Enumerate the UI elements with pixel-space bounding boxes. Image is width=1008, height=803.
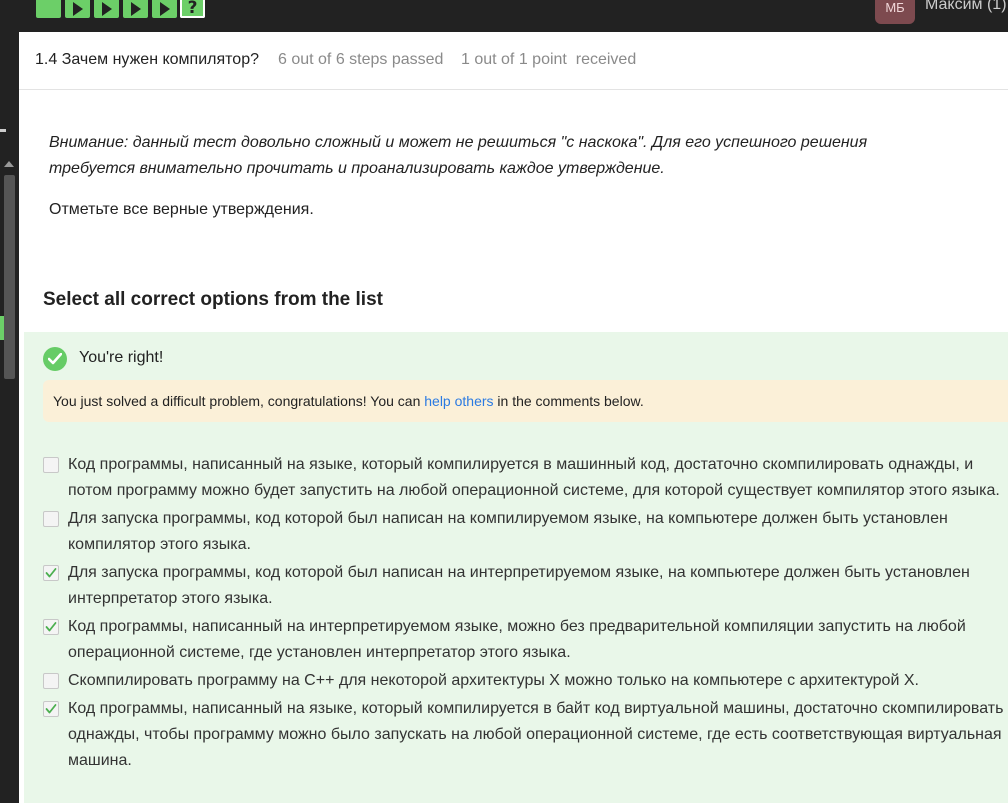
rail-handle-icon[interactable]: [0, 129, 6, 132]
help-others-link[interactable]: help others: [424, 393, 493, 409]
option-label[interactable]: Скомпилировать программу на C++ для неко…: [68, 672, 919, 689]
option-item[interactable]: Скомпилировать программу на C++ для неко…: [43, 668, 1008, 694]
checkbox-checked-icon[interactable]: [43, 701, 59, 717]
option-label[interactable]: Код программы, написанный на языке, кото…: [68, 456, 1000, 499]
checkbox[interactable]: [43, 457, 59, 473]
option-label[interactable]: Для запуска программы, код которой был н…: [68, 564, 970, 607]
hint-box: You just solved a difficult problem, con…: [43, 380, 1008, 422]
user-name[interactable]: Максим (1): [925, 0, 1007, 14]
checkbox[interactable]: [43, 511, 59, 527]
option-label[interactable]: Код программы, написанный на языке, кото…: [68, 700, 1003, 769]
step-3-play-icon[interactable]: [94, 0, 119, 18]
hint-text-end: in the comments below.: [493, 393, 644, 409]
warning-text: Внимание: данный тест довольно сложный и…: [49, 134, 868, 177]
current-step-marker: [0, 316, 4, 340]
steps-progress: 6 out of 6 steps passed: [278, 51, 444, 68]
hint-text-start: You just solved a difficult problem, con…: [53, 393, 425, 409]
avatar[interactable]: МБ: [875, 0, 915, 24]
checkbox-checked-icon[interactable]: [43, 565, 59, 581]
option-label[interactable]: Код программы, написанный на интерпретир…: [68, 618, 966, 661]
checkbox[interactable]: [43, 673, 59, 689]
sidebar-scrollbar[interactable]: [4, 175, 15, 379]
option-item[interactable]: Для запуска программы, код которой был н…: [43, 506, 1008, 558]
step-4-play-icon[interactable]: [123, 0, 148, 18]
step-2-play-icon[interactable]: [65, 0, 90, 18]
scroll-up-arrow-icon[interactable]: [4, 161, 14, 167]
step-6-question-icon[interactable]: ?: [180, 0, 205, 18]
option-item[interactable]: Код программы, написанный на интерпретир…: [43, 614, 1008, 666]
question-mark-label: ?: [187, 0, 198, 18]
left-sidebar-rail: [0, 32, 19, 803]
checkmark-circle-icon: [43, 347, 67, 371]
lesson-header: 1.4 Зачем нужен компилятор? 6 out of 6 s…: [19, 32, 1008, 90]
result-message: You're right!: [79, 349, 164, 366]
checkbox-checked-icon[interactable]: [43, 619, 59, 635]
option-item[interactable]: Код программы, написанный на языке, кото…: [43, 696, 1008, 774]
option-label[interactable]: Для запуска программы, код которой был н…: [68, 510, 948, 553]
quiz-heading: Select all correct options from the list: [43, 289, 383, 310]
lesson-title[interactable]: 1.4 Зачем нужен компилятор?: [35, 51, 259, 69]
step-1-solid-icon[interactable]: [36, 0, 61, 18]
option-item[interactable]: Для запуска программы, код которой был н…: [43, 560, 1008, 612]
step-5-play-icon[interactable]: [152, 0, 177, 18]
top-navigation-bar: ? МБ Максим (1): [0, 0, 1008, 32]
points-received: 1 out of 1 point received: [461, 51, 637, 68]
option-item[interactable]: Код программы, написанный на языке, кото…: [43, 452, 1008, 504]
hint-text: You just solved a difficult problem, con…: [53, 393, 644, 409]
instruction-text: Отметьте все верные утверждения.: [49, 201, 314, 218]
options-list: Код программы, написанный на языке, кото…: [43, 452, 1008, 776]
